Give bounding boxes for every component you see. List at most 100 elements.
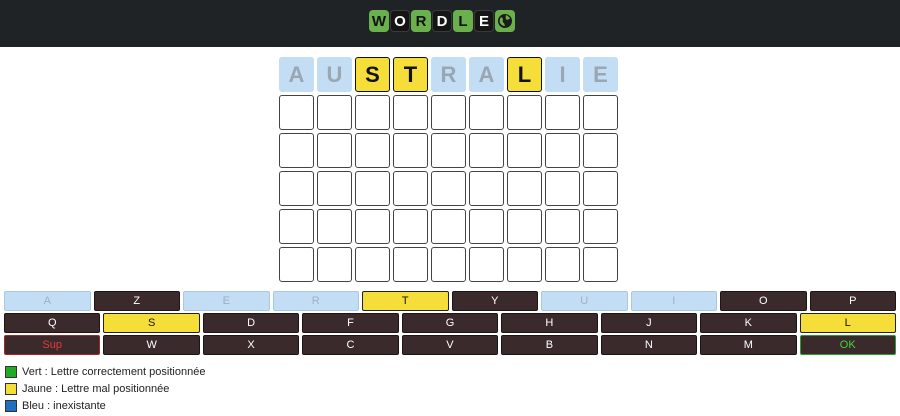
board-cell — [469, 133, 504, 168]
header-bar: WORDLE — [0, 0, 900, 47]
board-cell — [431, 247, 466, 282]
board-cell — [469, 247, 504, 282]
logo-letter-tile: R — [411, 10, 431, 32]
key-l[interactable]: L — [799, 313, 896, 333]
keyboard-row: QSDFGHJKL — [4, 313, 896, 333]
color-legend: Vert : Lettre correctement positionnée Ja… — [5, 363, 205, 414]
key-f[interactable]: F — [302, 313, 399, 333]
keyboard-row: Sup W X C V B N M OK — [4, 335, 896, 355]
legend-text: Vert : Lettre correctement positionnée — [22, 365, 206, 378]
key-o[interactable]: O — [720, 291, 807, 311]
board-cell — [431, 95, 466, 130]
key-u[interactable]: U — [541, 291, 628, 311]
board-cell — [393, 171, 428, 206]
board-cell — [545, 171, 580, 206]
board-cell — [279, 95, 314, 130]
board-cell: T — [393, 57, 428, 92]
board-cell — [393, 209, 428, 244]
board-row — [279, 247, 618, 282]
key-w[interactable]: W — [103, 335, 200, 355]
board-cell: A — [279, 57, 314, 92]
board-row — [279, 209, 618, 244]
board-cell — [545, 209, 580, 244]
key-e[interactable]: E — [183, 291, 270, 311]
board-cell — [317, 209, 352, 244]
legend-item: Jaune : Lettre mal positionnée — [5, 380, 205, 397]
key-y[interactable]: Y — [451, 291, 538, 311]
key-b[interactable]: B — [501, 335, 598, 355]
legend-text: Bleu : inexistante — [22, 399, 106, 412]
board-cell — [507, 133, 542, 168]
submit-key[interactable]: OK — [799, 335, 896, 355]
board-cell — [431, 133, 466, 168]
key-j[interactable]: J — [600, 313, 698, 333]
game-board: AUSTRALIE — [279, 57, 618, 285]
key-a[interactable]: A — [4, 291, 91, 311]
board-cell — [317, 171, 352, 206]
key-v[interactable]: V — [401, 335, 499, 355]
board-cell: A — [469, 57, 504, 92]
key-h[interactable]: H — [501, 313, 598, 333]
board-cell — [545, 95, 580, 130]
board-row — [279, 171, 618, 206]
board-cell: S — [355, 57, 390, 92]
globe-icon — [495, 10, 515, 32]
board-cell — [583, 95, 618, 130]
legend-swatch — [5, 382, 17, 395]
board-cell — [431, 171, 466, 206]
board-cell — [507, 209, 542, 244]
board-cell — [583, 171, 618, 206]
key-t[interactable]: T — [362, 291, 449, 311]
board-cell — [583, 133, 618, 168]
key-s[interactable]: S — [103, 313, 200, 333]
key-q[interactable]: Q — [4, 313, 101, 333]
board-cell — [507, 171, 542, 206]
legend-item: Vert : Lettre correctement positionnée — [5, 363, 205, 380]
board-cell — [469, 95, 504, 130]
key-g[interactable]: G — [401, 313, 499, 333]
key-k[interactable]: K — [700, 313, 797, 333]
board-cell — [279, 171, 314, 206]
board-cell — [507, 95, 542, 130]
board-cell: E — [583, 57, 618, 92]
key-i[interactable]: I — [630, 291, 717, 311]
board-cell — [355, 209, 390, 244]
board-cell — [279, 247, 314, 282]
key-d[interactable]: D — [202, 313, 300, 333]
board-cell — [355, 247, 390, 282]
board-cell — [317, 95, 352, 130]
board-cell — [507, 247, 542, 282]
board-cell — [279, 209, 314, 244]
board-cell — [431, 209, 466, 244]
board-cell — [545, 133, 580, 168]
key-p[interactable]: P — [809, 291, 896, 311]
board-cell — [469, 171, 504, 206]
key-x[interactable]: X — [202, 335, 300, 355]
board-cell — [393, 247, 428, 282]
board-cell — [393, 95, 428, 130]
board-cell — [317, 133, 352, 168]
logo-letter-tile: O — [390, 10, 410, 32]
board-cell: L — [507, 57, 542, 92]
delete-key[interactable]: Sup — [4, 335, 101, 355]
logo-letter-tile: E — [474, 10, 494, 32]
virtual-keyboard: A Z E R T Y U I O P Q S D F G H J K L Sup W X C V B N M OK — [4, 291, 896, 357]
board-cell — [469, 209, 504, 244]
board-row — [279, 133, 618, 168]
key-n[interactable]: N — [600, 335, 698, 355]
wordle-logo: WORDLE — [369, 10, 515, 32]
key-z[interactable]: Z — [93, 291, 180, 311]
board-cell — [355, 171, 390, 206]
legend-swatch — [5, 365, 17, 378]
key-c[interactable]: C — [302, 335, 399, 355]
board-row: AUSTRALIE — [279, 57, 618, 92]
board-cell: I — [545, 57, 580, 92]
board-cell — [583, 247, 618, 282]
board-cell: R — [431, 57, 466, 92]
board-cell — [393, 133, 428, 168]
key-r[interactable]: R — [272, 291, 359, 311]
board-row — [279, 95, 618, 130]
legend-swatch — [5, 399, 17, 412]
logo-letter-tile: D — [432, 10, 452, 32]
key-m[interactable]: M — [700, 335, 797, 355]
